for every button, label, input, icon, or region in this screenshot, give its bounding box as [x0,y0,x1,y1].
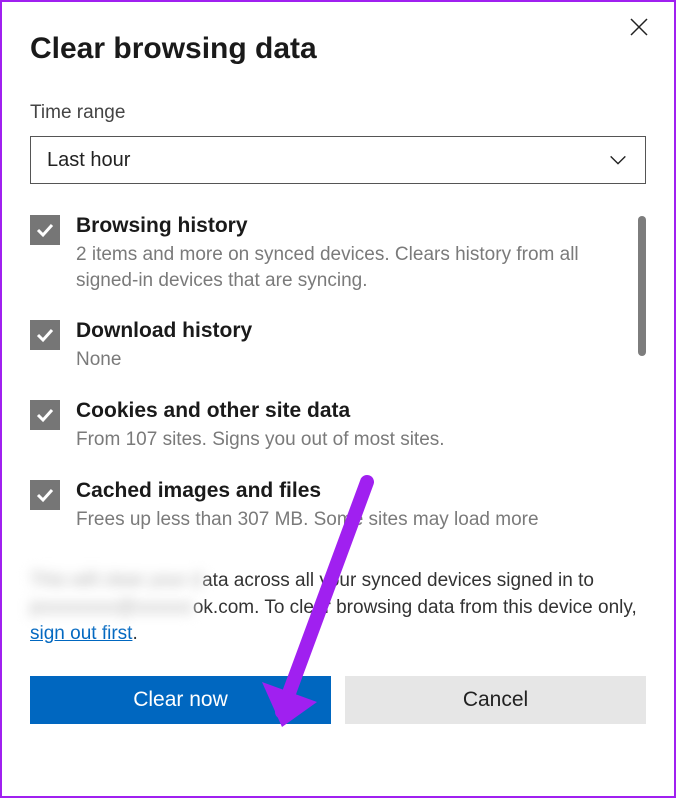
checkbox-download-history[interactable] [30,320,60,350]
option-browsing-history: Browsing history 2 items and more on syn… [30,214,634,293]
option-cookies: Cookies and other site data From 107 sit… [30,399,634,453]
checkbox-cached[interactable] [30,480,60,510]
option-title: Browsing history [76,214,634,238]
option-title: Cookies and other site data [76,399,634,423]
chevron-down-icon [607,149,629,171]
option-desc: 2 items and more on synced devices. Clea… [76,242,634,293]
option-download-history: Download history None [30,319,634,373]
redacted-text: This will clear your d [30,568,202,595]
check-icon [35,325,55,345]
option-cached: Cached images and files Frees up less th… [30,479,634,533]
option-title: Cached images and files [76,479,634,503]
redacted-email: pxxxxxxxx@xxxxxx [30,595,193,622]
checkbox-browsing-history[interactable] [30,215,60,245]
check-icon [35,220,55,240]
check-icon [35,405,55,425]
option-title: Download history [76,319,634,343]
close-icon [629,17,649,37]
close-button[interactable] [624,12,654,42]
check-icon [35,485,55,505]
checkbox-cookies[interactable] [30,400,60,430]
info-text: This will clear your data across all you… [30,568,646,648]
option-desc: Frees up less than 307 MB. Some sites ma… [76,507,634,533]
time-range-label: Time range [30,102,646,124]
sign-out-link[interactable]: sign out first [30,623,132,644]
options-scroll-area: Browsing history 2 items and more on syn… [30,214,646,550]
time-range-select[interactable]: Last hour [30,136,646,184]
clear-now-button[interactable]: Clear now [30,676,331,724]
dialog-title: Clear browsing data [30,32,646,66]
option-desc: None [76,347,634,373]
time-range-selected: Last hour [47,149,130,172]
option-desc: From 107 sites. Signs you out of most si… [76,427,634,453]
cancel-button[interactable]: Cancel [345,676,646,724]
scrollbar[interactable] [638,216,646,356]
